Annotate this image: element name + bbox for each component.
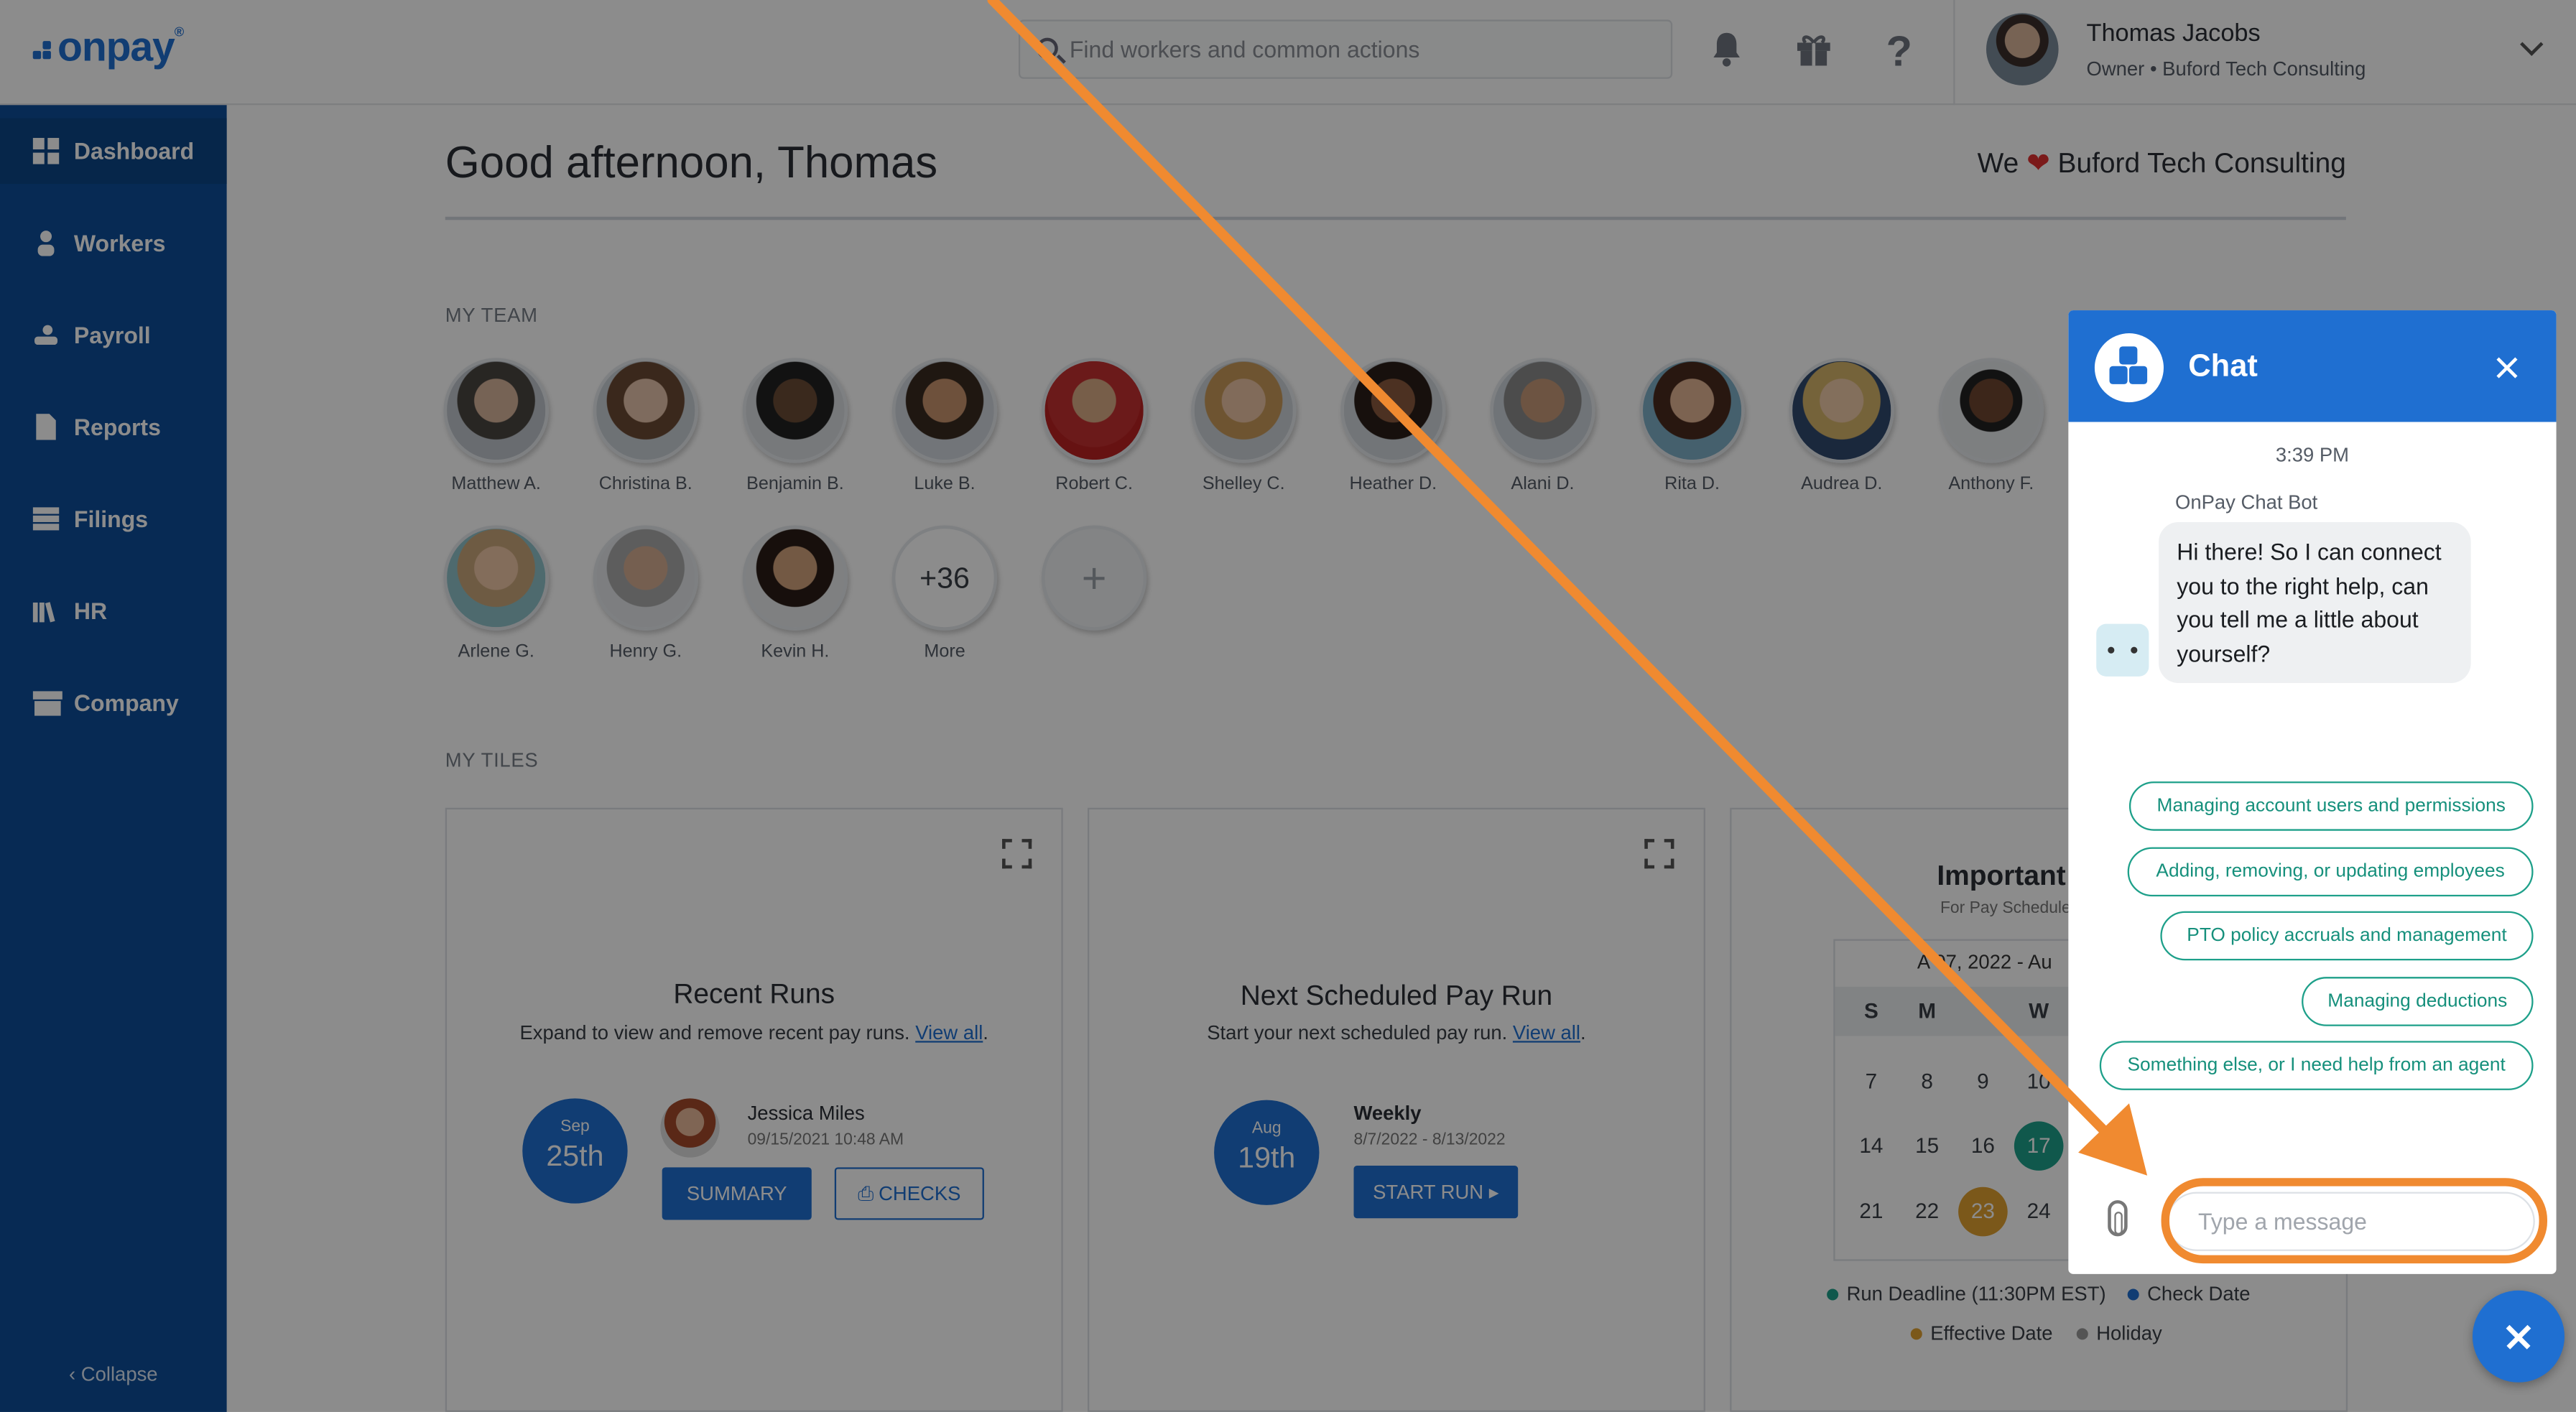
- option-pto[interactable]: PTO policy accruals and management: [2160, 911, 2534, 961]
- chat-title: Chat: [2188, 349, 2258, 384]
- close-icon[interactable]: [2489, 350, 2525, 386]
- chat-window: Chat 3:39 PM OnPay Chat Bot Hi there! So…: [2068, 310, 2557, 1274]
- chat-logo-icon: [2094, 333, 2164, 403]
- close-chat-button[interactable]: [2472, 1290, 2565, 1383]
- option-managing-users[interactable]: Managing account users and permissions: [2128, 781, 2534, 831]
- bot-name: OnPay Chat Bot: [2174, 491, 2318, 514]
- attachment-icon[interactable]: [2108, 1200, 2128, 1237]
- bot-message: Hi there! So I can connect you to the ri…: [2159, 521, 2471, 683]
- message-input[interactable]: [2167, 1192, 2535, 1251]
- chat-header: Chat: [2068, 310, 2557, 422]
- bot-avatar-icon: [2096, 623, 2149, 677]
- option-employees[interactable]: Adding, removing, or updating employees: [2127, 847, 2534, 897]
- option-agent[interactable]: Something else, or I need help from an a…: [2099, 1041, 2534, 1090]
- option-deductions[interactable]: Managing deductions: [2302, 977, 2534, 1026]
- chat-timestamp: 3:39 PM: [2275, 443, 2350, 467]
